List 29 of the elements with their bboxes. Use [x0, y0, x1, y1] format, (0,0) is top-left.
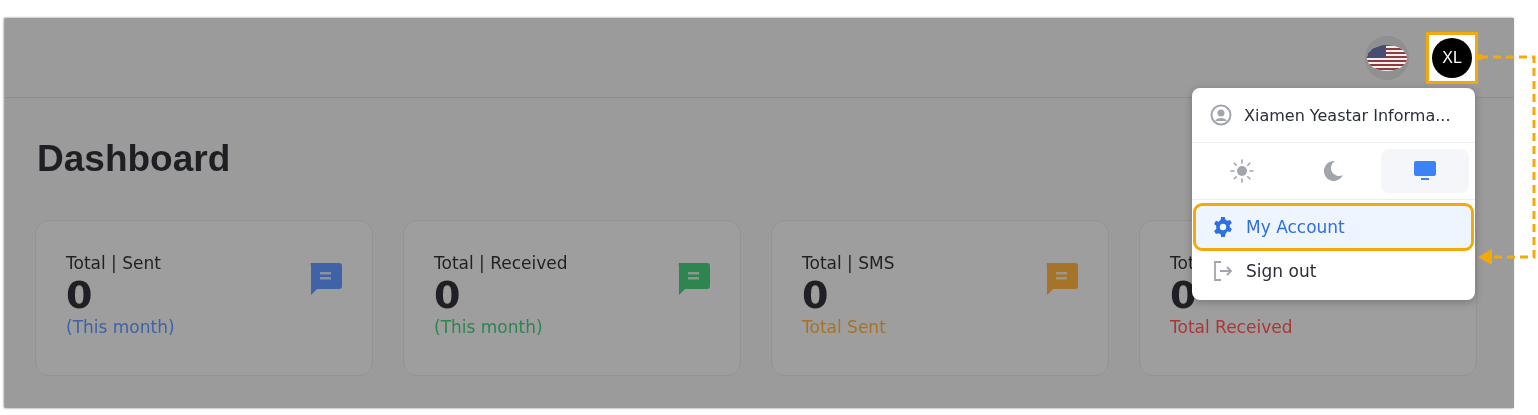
card-value: 0	[1170, 273, 1197, 317]
system-theme-button[interactable]	[1381, 149, 1469, 193]
card-note: (This month)	[66, 317, 175, 337]
sign-out-icon	[1212, 260, 1234, 282]
sun-icon	[1229, 159, 1254, 183]
chat-icon	[308, 263, 342, 295]
moon-icon	[1322, 160, 1345, 182]
card-note: (This month)	[434, 317, 543, 337]
chat-icon	[1044, 263, 1078, 295]
card-title: Total | Sent	[66, 253, 161, 273]
flag-icon	[1366, 43, 1408, 72]
monitor-icon	[1414, 161, 1437, 181]
card-value: 0	[434, 273, 461, 317]
chat-icon	[676, 263, 710, 295]
user-name: Xiamen Yeastar Informa...	[1244, 105, 1451, 125]
menu-item[interactable]: Sign out	[1196, 250, 1471, 292]
gear-icon	[1212, 216, 1234, 238]
user-icon	[1210, 104, 1232, 126]
card-title: Total | Received	[434, 253, 568, 273]
avatar-button[interactable]: XL	[1432, 37, 1472, 78]
card-value: 0	[66, 273, 93, 317]
menu-item[interactable]: My Account	[1196, 206, 1471, 248]
language-button[interactable]	[1365, 35, 1409, 80]
page-title: Dashboard	[37, 138, 231, 180]
card-value: 0	[802, 273, 829, 317]
card-note: Total Received	[1170, 317, 1293, 337]
card-title: Total | SMS	[802, 253, 895, 273]
card-note: Total Sent	[802, 317, 886, 337]
card-title: Tot	[1170, 253, 1195, 273]
